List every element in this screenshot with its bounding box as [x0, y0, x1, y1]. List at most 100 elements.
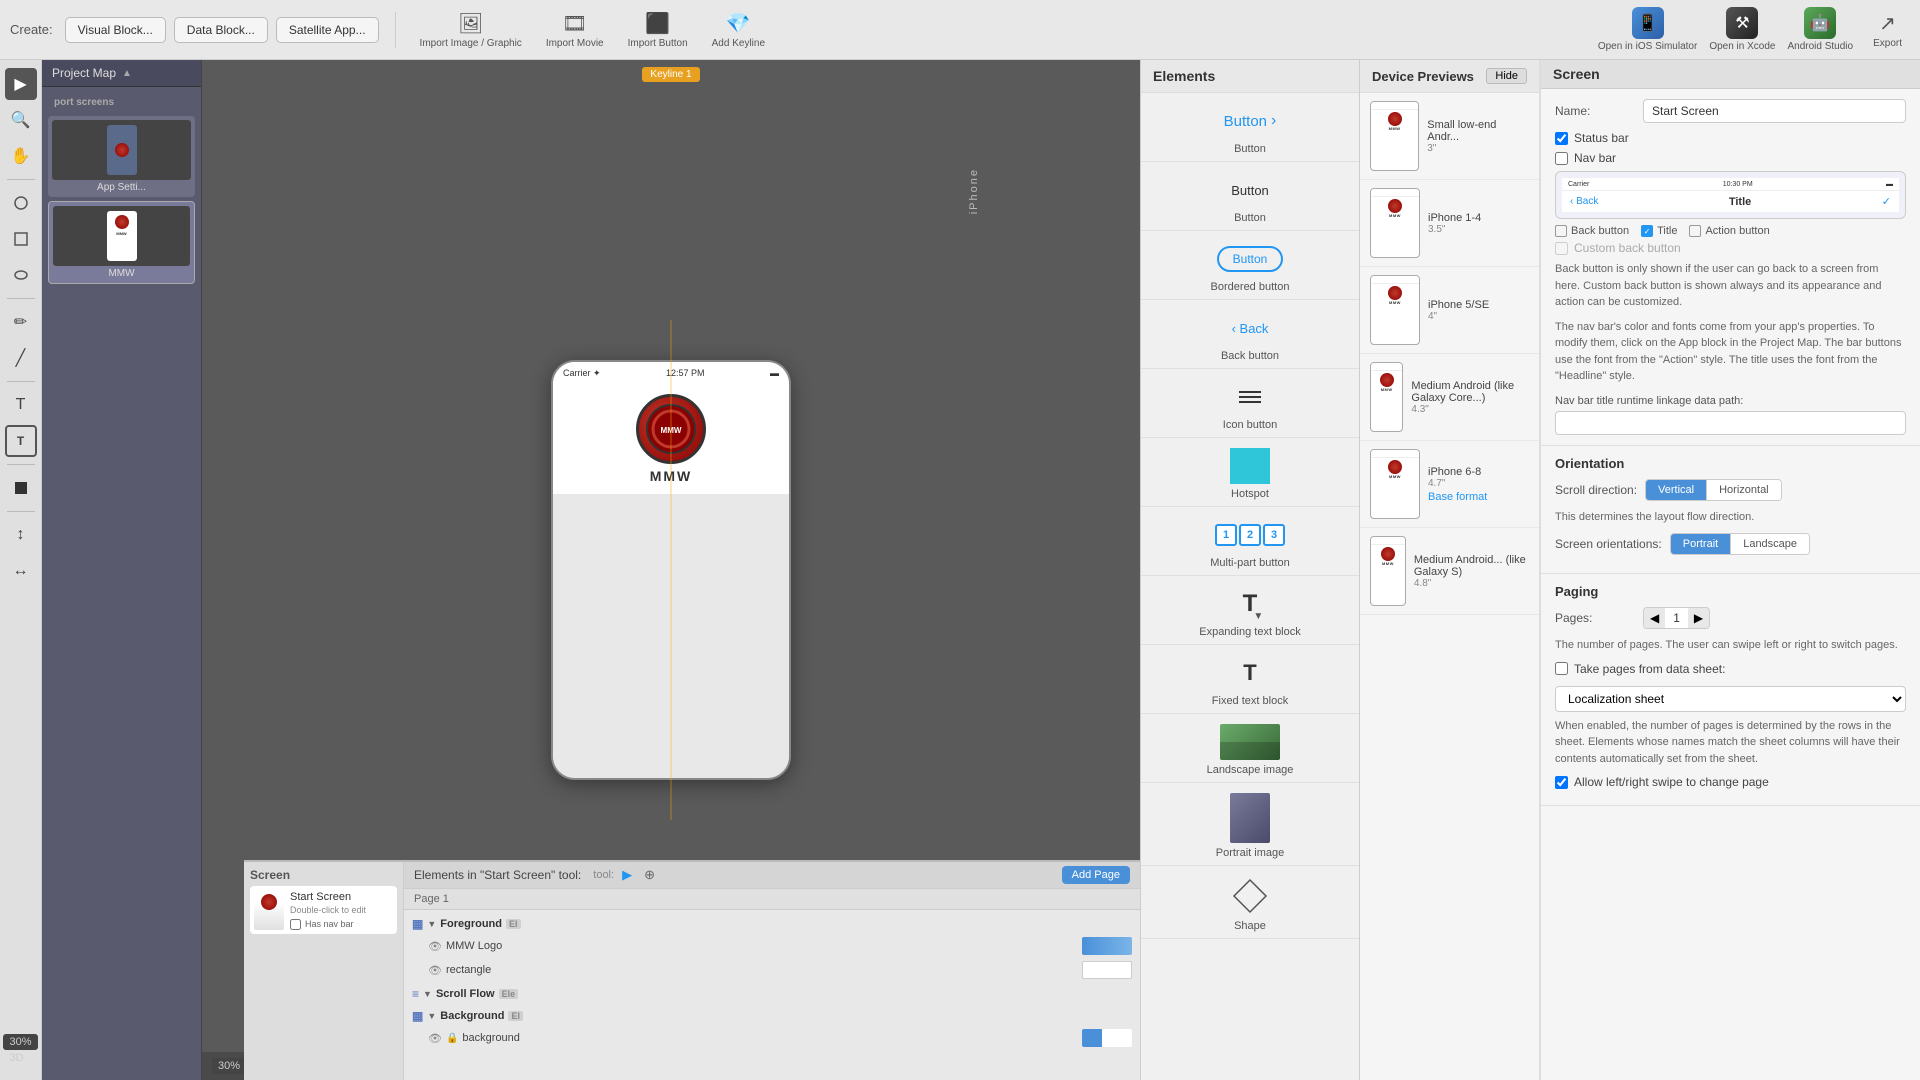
export-button[interactable]: ↗ Export: [1865, 7, 1910, 53]
zoom-percent[interactable]: 30%: [3, 1034, 37, 1050]
mini-logo-area-5: MMW: [1371, 458, 1419, 481]
data-block-button[interactable]: Data Block...: [174, 17, 268, 43]
open-xcode-button[interactable]: ⚒ Open in Xcode: [1709, 7, 1775, 52]
title-check[interactable]: ✓: [1641, 225, 1653, 237]
element-bordered-button[interactable]: Button Bordered button: [1141, 231, 1359, 300]
iphone-68-format: Base format: [1428, 491, 1487, 503]
element-button-arrow[interactable]: Button › Button: [1141, 93, 1359, 162]
rect-vis-icon[interactable]: 👁: [428, 964, 442, 977]
scroll-desc: This determines the layout flow directio…: [1555, 509, 1906, 526]
element-icon-button[interactable]: Icon button: [1141, 369, 1359, 438]
element-landscape-image[interactable]: Landscape image: [1141, 714, 1359, 783]
element-fixed-text[interactable]: T Fixed text block: [1141, 645, 1359, 714]
import-image-button[interactable]: 🖼 Import Image / Graphic: [412, 7, 530, 53]
ios-simulator-label: Open in iOS Simulator: [1598, 41, 1698, 52]
vertical-option[interactable]: Vertical: [1646, 480, 1707, 500]
import-button-button[interactable]: ⬛ Import Button: [620, 7, 696, 53]
landscape-option[interactable]: Landscape: [1731, 534, 1809, 554]
ios-simulator-button[interactable]: 📱 Open in iOS Simulator: [1598, 7, 1698, 52]
zoom-tool[interactable]: 🔍: [5, 104, 37, 136]
scroll-flow-group-header[interactable]: ≡ ▼ Scroll Flow Ele: [408, 984, 1136, 1004]
text-tool[interactable]: T: [5, 389, 37, 421]
element-multipart-button[interactable]: 1 2 3 Multi-part button: [1141, 507, 1359, 576]
mini-logo-area-6: MMW: [1371, 545, 1405, 568]
action-button-check[interactable]: [1689, 225, 1701, 237]
select-tool[interactable]: ▶: [5, 68, 37, 100]
visual-block-button[interactable]: Visual Block...: [65, 17, 166, 43]
allow-swipe-checkbox[interactable]: [1555, 776, 1568, 789]
satellite-app-button[interactable]: Satellite App...: [276, 17, 379, 43]
bg-vis-icon[interactable]: 👁: [428, 1032, 442, 1045]
take-from-data-checkbox[interactable]: [1555, 662, 1568, 675]
add-page-button[interactable]: Add Page: [1062, 866, 1130, 884]
element-back-button[interactable]: ‹ Back Back button: [1141, 300, 1359, 369]
portrait-image-preview: [1230, 793, 1270, 843]
layer-background[interactable]: 👁 🔒 background: [408, 1026, 1136, 1050]
line-tool[interactable]: ╱: [5, 342, 37, 374]
element-hotspot[interactable]: Hotspot: [1141, 438, 1359, 507]
tool-add-icon[interactable]: ⊕: [644, 867, 655, 883]
oval-tool[interactable]: [5, 259, 37, 291]
multipart-2: 2: [1239, 524, 1261, 546]
mini-logo-area-3: MMW: [1371, 284, 1419, 307]
import-movie-button[interactable]: 🎞 Import Movie: [538, 7, 612, 53]
nav-preview-time: 10:30 PM: [1723, 181, 1753, 188]
bg-lock-icon[interactable]: 🔒: [446, 1033, 458, 1044]
name-row: Name:: [1555, 99, 1906, 123]
move-tool[interactable]: ↕: [5, 519, 37, 551]
element-button-text[interactable]: Button Button: [1141, 162, 1359, 231]
android-studio-button[interactable]: 🤖 Android Studio: [1787, 7, 1853, 52]
tool-arrow-icon[interactable]: ▶: [622, 867, 632, 883]
rect-filled-tool[interactable]: [5, 472, 37, 504]
export-label: Export: [1873, 38, 1902, 49]
device-iphone-14[interactable]: MMW iPhone 1-4 3.5": [1360, 180, 1539, 267]
name-label: Name:: [1555, 104, 1635, 118]
canvas-area[interactable]: Keyline 1 iPhone Carrier ✦ 12:57 PM ▬: [202, 60, 1140, 1080]
pages-decrement[interactable]: ◀: [1644, 608, 1665, 628]
device-medium-android-s[interactable]: MMW Medium Android... (like Galaxy S) 4.…: [1360, 528, 1539, 615]
layer-rectangle[interactable]: 👁 rectangle: [408, 958, 1136, 982]
visibility-icon[interactable]: 👁: [428, 940, 442, 953]
multipart-1: 1: [1215, 524, 1237, 546]
hand-tool[interactable]: ✋: [5, 140, 37, 172]
nav-bar-checkbox[interactable]: [1555, 152, 1568, 165]
portrait-option[interactable]: Portrait: [1671, 534, 1731, 554]
pen-tool[interactable]: ✏: [5, 306, 37, 338]
hide-button[interactable]: Hide: [1486, 68, 1527, 84]
horizontal-option[interactable]: Horizontal: [1707, 480, 1781, 500]
localization-select[interactable]: Localization sheet: [1555, 686, 1906, 712]
add-keyline-button[interactable]: 💎 Add Keyline: [704, 7, 773, 53]
background-group-header[interactable]: ▦ ▼ Background El: [408, 1006, 1136, 1026]
tool-separator-5: [7, 511, 35, 512]
status-bar-checkbox[interactable]: [1555, 132, 1568, 145]
device-iphone-68[interactable]: MMW iPhone 6-8 4.7" Base format: [1360, 441, 1539, 528]
has-nav-bar-checkbox[interactable]: [290, 919, 301, 930]
create-label: Create:: [10, 22, 53, 37]
button-chevron: ›: [1271, 112, 1276, 130]
text-tool-2[interactable]: T: [5, 425, 37, 457]
foreground-group-header[interactable]: ▦ ▼ Foreground El: [408, 914, 1136, 934]
pages-increment[interactable]: ▶: [1688, 608, 1709, 628]
element-portrait-image[interactable]: Portrait image: [1141, 783, 1359, 866]
bottom-center-header: Elements in "Start Screen" tool: tool: ▶…: [404, 862, 1140, 889]
rect-tool[interactable]: [5, 223, 37, 255]
device-medium-android[interactable]: MMW Medium Android (like Galaxy Core...)…: [1360, 354, 1539, 441]
layer-mmw-logo[interactable]: 👁 MMW Logo: [408, 934, 1136, 958]
name-input[interactable]: [1643, 99, 1906, 123]
element-expanding-text[interactable]: T ▼ Expanding text block: [1141, 576, 1359, 645]
app-settings-thumb: [52, 120, 191, 180]
circle-tool[interactable]: [5, 187, 37, 219]
sidebar-item-app-settings[interactable]: App Setti...: [48, 116, 195, 197]
element-diamond[interactable]: Shape: [1141, 866, 1359, 939]
resize-tool[interactable]: ↔: [5, 555, 37, 587]
start-screen-thumb: MMW: [53, 206, 190, 266]
back-button-check[interactable]: [1555, 225, 1567, 237]
zoom-label[interactable]: 30%: [212, 1058, 246, 1074]
runtime-path-input[interactable]: [1555, 411, 1906, 435]
device-small-android[interactable]: MMW Small low-end Andr... 3": [1360, 93, 1539, 180]
sidebar-item-start-screen[interactable]: MMW MMW: [48, 201, 195, 284]
device-iphone-5se[interactable]: MMW iPhone 5/SE 4": [1360, 267, 1539, 354]
bottom-screen-item[interactable]: Start Screen Double-click to edit Has na…: [250, 886, 397, 934]
view-3d[interactable]: 3D: [3, 1050, 37, 1066]
custom-back-checkbox[interactable]: [1555, 242, 1568, 255]
